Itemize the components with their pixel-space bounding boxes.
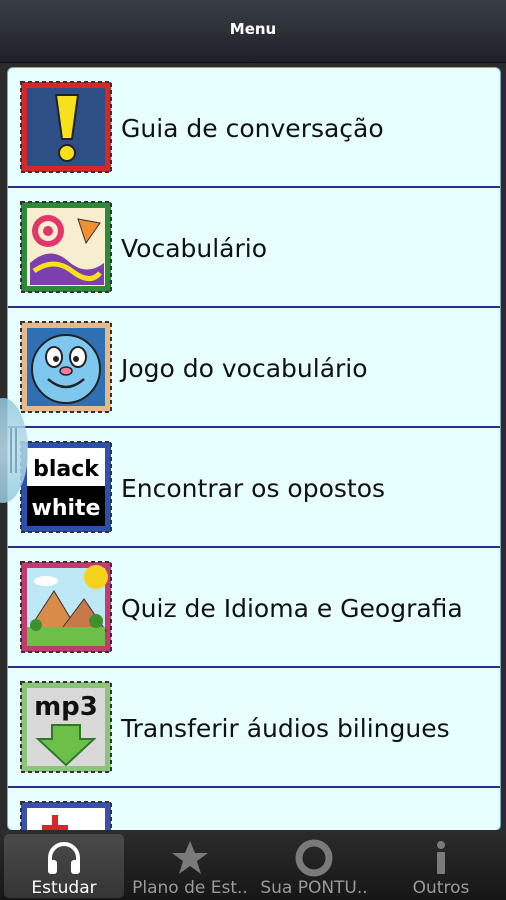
white-text: white <box>32 496 101 521</box>
menu-item-encontrar-opostos[interactable]: black white Encontrar os opostos <box>8 428 500 548</box>
page-title: Menu <box>229 20 277 38</box>
shapes-stamp-icon <box>20 201 112 293</box>
menu-item-label: Transferir áudios bilingues <box>121 714 450 743</box>
menu-item-partial[interactable] <box>8 788 500 830</box>
tab-plano-de-estudo[interactable]: Plano de Est.. <box>128 834 252 898</box>
menu-item-jogo-vocabulario[interactable]: Jogo do vocabulário <box>8 308 500 428</box>
tab-outros[interactable]: Outros <box>380 834 502 898</box>
black-text: black <box>33 457 100 482</box>
info-icon <box>437 841 445 874</box>
menu-item-vocabulario[interactable]: Vocabulário <box>8 188 500 308</box>
menu-item-quiz-idioma-geografia[interactable]: Quiz de Idioma e Geografia <box>8 548 500 668</box>
menu-list: Guia de conversação Vocabulário Jogo do … <box>7 67 501 831</box>
menu-item-label: Jogo do vocabulário <box>121 354 368 383</box>
black-white-stamp-icon: black white <box>20 441 112 533</box>
mp3-text: mp3 <box>34 692 98 722</box>
menu-item-label: Guia de conversação <box>121 114 384 143</box>
top-app-bar: Menu <box>0 0 506 63</box>
menu-item-guia-conversacao[interactable]: Guia de conversação <box>8 68 500 188</box>
mp3-download-stamp-icon: mp3 <box>20 681 112 773</box>
menu-item-transferir-audios[interactable]: mp3 Transferir áudios bilingues <box>8 668 500 788</box>
landscape-stamp-icon <box>20 561 112 653</box>
star-icon <box>172 841 208 874</box>
tab-label: Outros <box>412 878 470 898</box>
tab-estudar[interactable]: Estudar <box>4 834 124 898</box>
menu-item-label: Quiz de Idioma e Geografia <box>121 594 463 623</box>
tab-label: Estudar <box>31 878 97 898</box>
tab-label: Sua PONTU.. <box>260 878 368 898</box>
circle-icon <box>295 839 333 877</box>
headphones-icon <box>48 842 80 874</box>
menu-item-label: Vocabulário <box>121 234 268 263</box>
tab-label: Plano de Est.. <box>132 878 248 898</box>
tab-sua-pontuacao[interactable]: Sua PONTU.. <box>254 834 374 898</box>
bottom-tab-bar: Estudar Plano de Est.. Sua PONTU.. Outro… <box>0 830 506 900</box>
partial-stamp-icon <box>20 801 112 830</box>
menu-item-label: Encontrar os opostos <box>121 474 386 503</box>
smiley-stamp-icon <box>20 321 112 413</box>
exclamation-stamp-icon <box>20 81 112 173</box>
